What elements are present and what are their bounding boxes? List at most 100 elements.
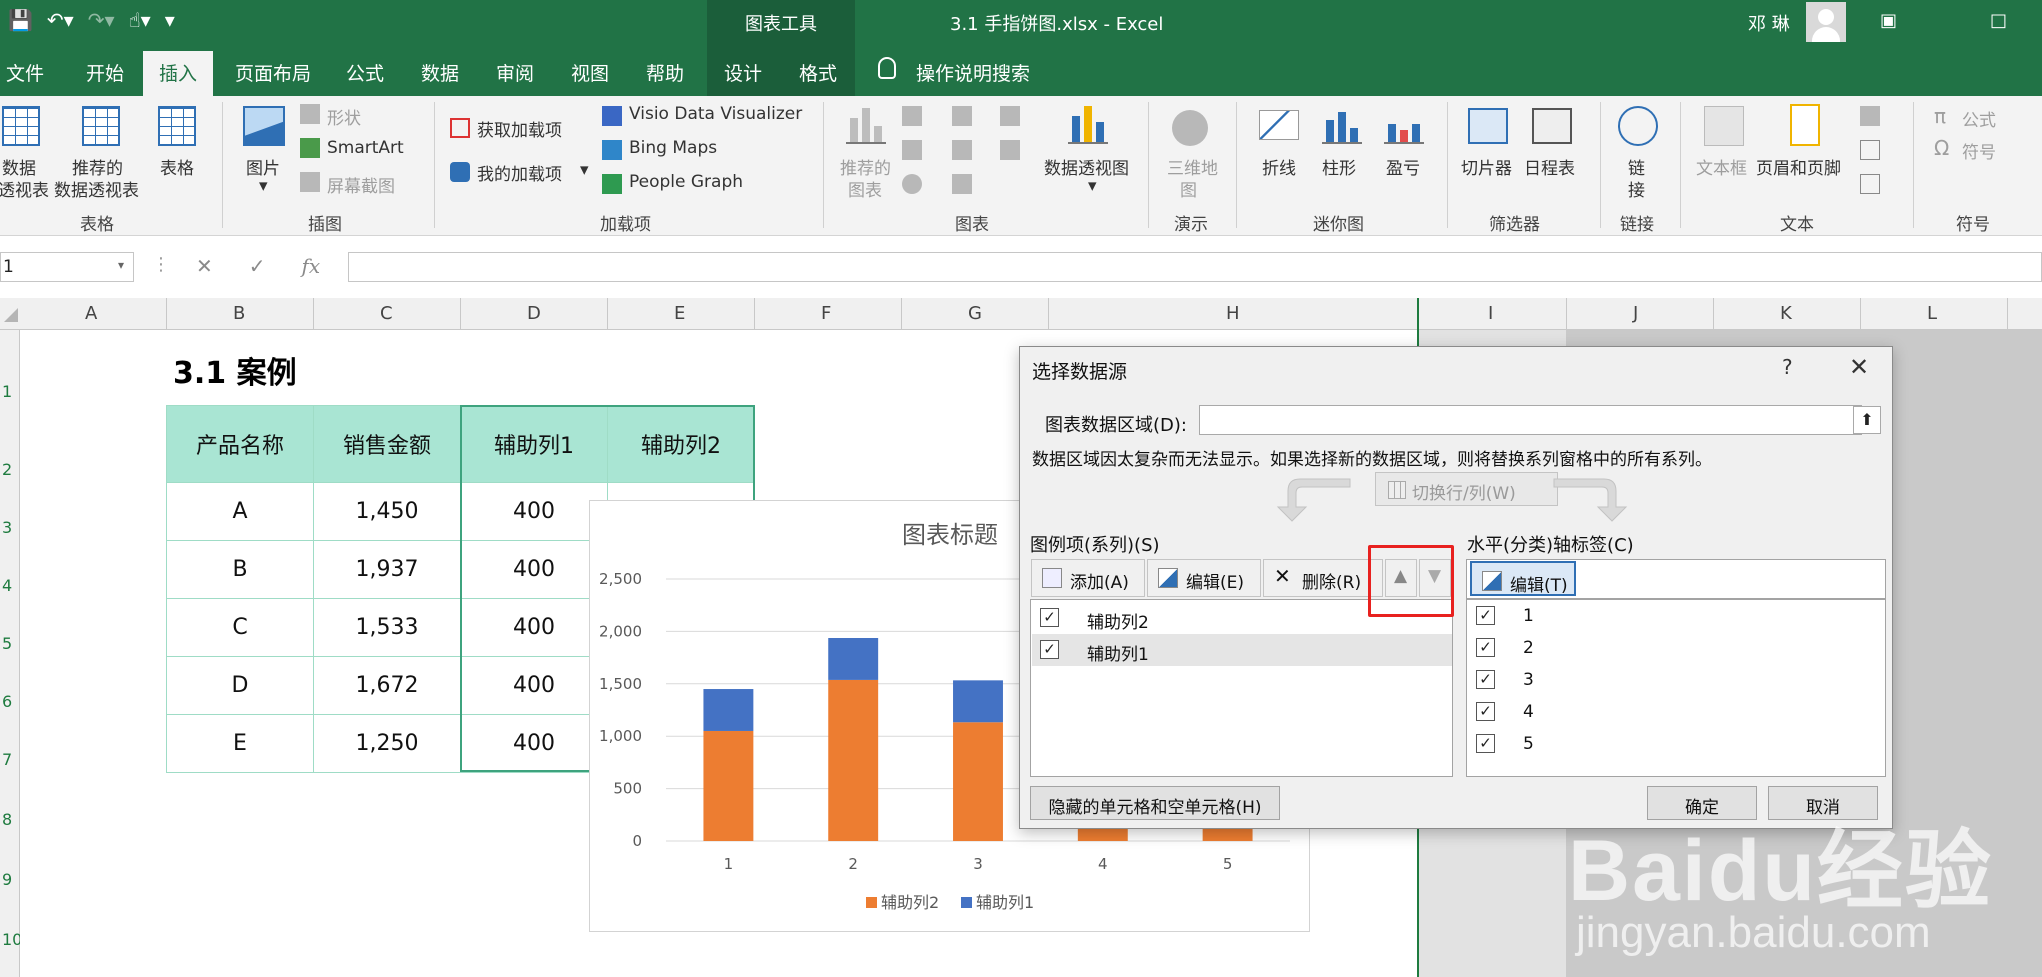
my-addins-icon[interactable] (450, 162, 470, 182)
checkbox-icon[interactable]: ✓ (1476, 638, 1495, 657)
people-graph-label[interactable]: People Graph (629, 172, 743, 192)
column-header[interactable]: F (821, 303, 831, 324)
column-header[interactable]: C (380, 303, 393, 324)
smartart-label[interactable]: SmartArt (327, 138, 404, 158)
table-cell[interactable]: 400 (460, 598, 608, 657)
save-icon[interactable]: 💾 (8, 8, 33, 32)
select-all-icon[interactable] (4, 308, 18, 322)
get-addins-label[interactable]: 获取加载项 (477, 116, 562, 141)
column-header[interactable]: J (1633, 303, 1638, 324)
header-sales[interactable]: 销售金额 (313, 405, 461, 483)
row-header[interactable]: 6 (2, 692, 12, 711)
name-box-dropdown-icon[interactable]: ▾ (118, 258, 124, 272)
tab-review[interactable]: 审阅 (496, 59, 534, 86)
list-item[interactable]: ✓ 2 (1468, 632, 1886, 664)
my-addins-label[interactable]: 我的加载项 (477, 160, 562, 185)
column-header[interactable]: I (1488, 303, 1493, 324)
row-header[interactable]: 9 (2, 870, 12, 889)
column-header[interactable]: L (1927, 303, 1937, 324)
column-header[interactable]: B (233, 303, 245, 324)
add-series-button[interactable]: 添加(A) (1031, 559, 1145, 597)
undo-icon[interactable]: ↶▾ (47, 8, 74, 32)
collapse-dialog-icon[interactable]: ⬆ (1853, 406, 1881, 434)
column-header[interactable]: D (527, 303, 541, 324)
checkbox-icon[interactable]: ✓ (1476, 702, 1495, 721)
sparkline-line-icon[interactable] (1259, 110, 1299, 140)
user-name[interactable]: 邓 琳 (1748, 10, 1790, 36)
header-footer-label[interactable]: 页眉和页脚 (1756, 154, 1841, 179)
tell-me-search[interactable]: 操作说明搜索 (916, 59, 1030, 86)
pivot-chart-dropdown-icon[interactable]: ▾ (1088, 176, 1097, 196)
header-helper1[interactable]: 辅助列1 (460, 405, 608, 483)
get-addins-icon[interactable] (450, 118, 470, 138)
chart-range-input[interactable] (1199, 405, 1862, 435)
bing-maps-icon[interactable] (602, 140, 622, 160)
tab-data[interactable]: 数据 (421, 59, 459, 86)
column-header[interactable]: G (968, 303, 982, 324)
table-cell[interactable]: 400 (460, 714, 608, 773)
bing-maps-label[interactable]: Bing Maps (629, 138, 717, 158)
checkbox-icon[interactable]: ✓ (1476, 606, 1495, 625)
column-header[interactable]: E (674, 303, 685, 324)
header-footer-icon[interactable] (1790, 104, 1820, 146)
link-globe-icon[interactable] (1618, 106, 1658, 146)
column-header[interactable]: H (1226, 303, 1240, 324)
formula-input[interactable] (348, 252, 2042, 282)
help-button[interactable]: ? (1782, 355, 1793, 379)
signature-line-icon[interactable] (1860, 140, 1880, 160)
slicer-icon[interactable] (1468, 108, 1508, 144)
user-avatar[interactable] (1806, 2, 1846, 42)
edit-series-button[interactable]: 编辑(E) (1147, 559, 1261, 597)
touch-mode-icon[interactable]: ☝▾ (129, 8, 151, 32)
table-cell[interactable]: D (166, 656, 314, 715)
sparkline-line-label[interactable]: 折线 (1262, 154, 1296, 179)
sheet-heading[interactable]: 3.1 案例 (173, 348, 297, 392)
table-cell[interactable]: 1,450 (313, 482, 461, 541)
table-cell[interactable]: 1,533 (313, 598, 461, 657)
pivot-chart-label[interactable]: 数据透视图 (1044, 154, 1129, 179)
tab-home[interactable]: 开始 (86, 59, 124, 86)
sparkline-winloss-icon[interactable] (1384, 106, 1424, 144)
table-label[interactable]: 表格 (160, 154, 194, 179)
column-header[interactable]: A (85, 303, 97, 324)
list-item[interactable]: ✓ 3 (1468, 664, 1886, 696)
checkbox-icon[interactable]: ✓ (1476, 670, 1495, 689)
pivot-table-label-2[interactable]: 透视表 (0, 176, 49, 201)
row-header[interactable]: 3 (2, 518, 12, 537)
list-item[interactable]: ✓ 4 (1468, 696, 1886, 728)
pivot-table-icon[interactable] (2, 106, 40, 146)
row-header[interactable]: 5 (2, 634, 12, 653)
table-cell[interactable]: A (166, 482, 314, 541)
table-icon[interactable] (158, 106, 196, 146)
my-addins-dropdown-icon[interactable]: ▾ (580, 160, 589, 180)
row-header[interactable]: 8 (2, 810, 12, 829)
smartart-icon[interactable] (300, 138, 320, 158)
tab-file[interactable]: 文件 (6, 59, 44, 86)
recommended-pivot-icon[interactable] (82, 106, 120, 146)
header-product[interactable]: 产品名称 (166, 405, 314, 483)
cancel-icon[interactable]: ✕ (196, 254, 213, 278)
table-cell[interactable]: 400 (460, 482, 608, 541)
edit-axis-button[interactable]: 编辑(T) (1470, 561, 1576, 596)
tab-format[interactable]: 格式 (799, 59, 837, 86)
slicer-label[interactable]: 切片器 (1461, 154, 1512, 179)
visio-addin-label[interactable]: Visio Data Visualizer (629, 104, 802, 124)
tab-help[interactable]: 帮助 (646, 59, 684, 86)
table-cell[interactable]: E (166, 714, 314, 773)
tab-page-layout[interactable]: 页面布局 (235, 59, 311, 86)
hidden-empty-cells-button[interactable]: 隐藏的单元格和空单元格(H) (1030, 786, 1280, 820)
people-graph-icon[interactable] (602, 174, 622, 194)
checkbox-icon[interactable]: ✓ (1040, 608, 1059, 627)
pivot-chart-icon[interactable] (1068, 106, 1108, 144)
table-cell[interactable]: 1,250 (313, 714, 461, 773)
list-item[interactable]: ✓ 5 (1468, 728, 1886, 760)
pictures-icon[interactable] (243, 106, 285, 146)
visio-icon[interactable] (602, 106, 622, 126)
sparkline-winloss-label[interactable]: 盈亏 (1386, 154, 1420, 179)
table-cell[interactable]: 1,937 (313, 540, 461, 599)
header-helper2[interactable]: 辅助列2 (607, 405, 755, 483)
row-header[interactable]: 4 (2, 576, 12, 595)
list-item[interactable]: ✓ 1 (1468, 600, 1886, 632)
customize-qat-icon[interactable]: ▾ (165, 8, 175, 32)
recommended-pivot-label-2[interactable]: 数据透视表 (54, 176, 139, 201)
